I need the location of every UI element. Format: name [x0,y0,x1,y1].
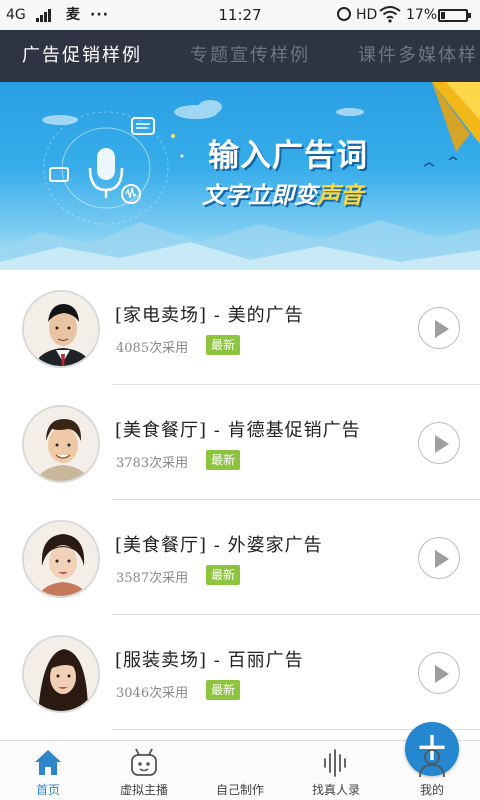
nav-virtual-anchor[interactable]: 虚拟主播 [96,741,192,800]
usage-count: 4085次采用 [116,341,189,356]
nav-label: 自己制作 [215,783,264,797]
play-button[interactable] [418,652,460,694]
nav-label: 找真人录 [311,783,360,797]
user-icon [419,749,445,778]
play-icon [435,320,449,338]
alarm-icon [337,7,351,21]
wifi-icon [379,5,401,28]
play-button[interactable] [418,537,460,579]
battery-icon [438,9,471,22]
ad-title: [美食餐厅] - 外婆家广告 [115,535,323,556]
new-badge: 最新 [206,565,241,585]
avatar [22,635,100,713]
usage-count: 3783次采用 [116,456,189,471]
avatar [22,520,100,598]
status-bar: 4G 麦 ··· 11:27 HD 17% [0,0,480,30]
waveform-icon [324,749,346,777]
avatar [22,290,100,368]
avatar [22,405,100,483]
play-button[interactable] [418,422,460,464]
home-icon [35,750,61,775]
nav-label: 我的 [419,783,444,797]
usage-count: 3587次采用 [116,571,189,586]
male-avatar-icon [24,292,98,366]
nav-home[interactable]: 首页 [0,741,96,800]
nav-label: 虚拟主播 [119,783,168,797]
nav-real-voice[interactable]: 找真人录 [288,741,384,800]
nav-profile[interactable]: 我的 [384,741,480,800]
list-item[interactable]: [家电卖场] - 美的广告 4085次采用 最新 [0,270,480,385]
female-avatar-icon [24,637,98,711]
ad-title: [服装卖场] - 百丽广告 [115,650,304,671]
tab-special-topic[interactable]: 专题宣传样例 [190,30,310,82]
play-icon [435,550,449,568]
category-tab-bar: 广告促销样例 专题宣传样例 课件多媒体样 [0,30,480,82]
new-badge: 最新 [206,450,241,470]
banner-sub-prefix: 文字立即变 [202,183,317,209]
play-icon [435,435,449,453]
ad-title: [美食餐厅] - 肯德基促销广告 [115,420,361,441]
new-badge: 最新 [206,680,241,700]
battery-percent: 17% [406,7,438,23]
ad-sample-list: [家电卖场] - 美的广告 4085次采用 最新 [美食餐厅] - 肯德基促销广… [0,270,480,730]
robot-icon [131,748,157,776]
nav-make-own[interactable]: + 自己制作 [192,722,459,800]
nav-label: 首页 [35,783,60,797]
usage-count: 3046次采用 [116,686,189,701]
list-item[interactable]: [服装卖场] - 百丽广告 3046次采用 最新 [0,615,480,730]
play-button[interactable] [418,307,460,349]
ad-title: [家电卖场] - 美的广告 [115,305,304,326]
tab-courseware[interactable]: 课件多媒体样 [358,30,478,82]
banner-subheadline: 文字立即变声音 [202,176,363,210]
list-item[interactable]: [美食餐厅] - 肯德基促销广告 3783次采用 最新 [0,385,480,500]
promo-banner[interactable]: 输入广告词 文字立即变声音 [0,82,480,270]
female-avatar-icon [24,522,98,596]
banner-headline: 输入广告词 [208,138,368,174]
tab-ad-promotion[interactable]: 广告促销样例 [22,30,142,82]
male-avatar-icon [24,407,98,481]
list-item[interactable]: [美食餐厅] - 外婆家广告 3587次采用 最新 [0,500,480,615]
bottom-navigation: 首页 虚拟主播 + 自己制作 找真人录 我的 [0,722,480,800]
hd-indicator: HD [356,7,378,23]
play-icon [435,665,449,683]
new-badge: 最新 [206,335,241,355]
banner-sub-highlight: 声音 [317,183,363,209]
app-screen: 4G 麦 ··· 11:27 HD 17% 广告促销样例 专题宣传样例 课件多媒… [0,0,480,800]
